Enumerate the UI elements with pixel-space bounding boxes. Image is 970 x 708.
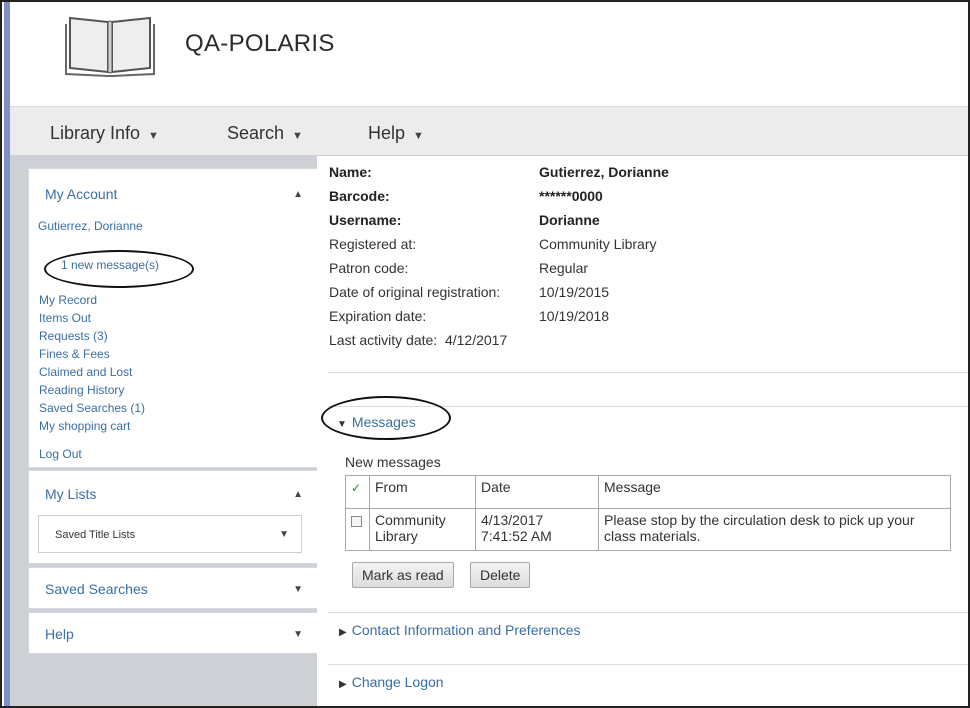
new-messages-label: New messages (345, 454, 441, 470)
nav-label: Search (227, 123, 285, 143)
contact-info-section-toggle[interactable]: ▶ Contact Information and Preferences (339, 622, 581, 638)
registration-date-label: Date of original registration: (329, 284, 501, 300)
nav-label: Library Info (50, 123, 141, 143)
message-date: 4/13/2017 7:41:52 AM (475, 508, 599, 551)
caret-up-icon[interactable]: ▲ (293, 489, 303, 500)
registered-at-label: Registered at: (329, 236, 417, 252)
messages-section-title: Messages (351, 414, 416, 430)
select-value: Saved Title Lists (55, 529, 136, 541)
my-account-panel: My Account ▲ Gutierrez, Dorianne 1 new m… (28, 168, 318, 468)
message-body: Please stop by the circulation desk to p… (598, 508, 951, 551)
name-value: Gutierrez, Dorianne (539, 164, 669, 180)
divider (328, 664, 968, 665)
messages-table: ✓ From Date Message Community Library 4/1… (345, 475, 951, 551)
sidebar-link-saved-searches[interactable]: Saved Searches (1) (39, 401, 145, 415)
triangle-down-icon: ▼ (337, 419, 347, 430)
column-header-message: Message (598, 475, 951, 509)
logout-link[interactable]: Log Out (39, 447, 82, 461)
triangle-right-icon: ▶ (339, 627, 347, 638)
my-account-header[interactable]: My Account (45, 186, 117, 202)
triangle-right-icon: ▶ (339, 679, 347, 690)
registration-date-value: 10/19/2015 (539, 284, 610, 300)
sidebar-link-claimed-lost[interactable]: Claimed and Lost (39, 365, 132, 379)
patron-code-label: Patron code: (329, 260, 409, 276)
sidebar-link-shopping-cart[interactable]: My shopping cart (39, 419, 130, 433)
nav-label: Help (368, 123, 406, 143)
nav-search[interactable]: Search ▼ (227, 123, 303, 144)
message-from-line2: Library (375, 528, 418, 544)
browser-frame: QA-POLARIS Library Info ▼ Search ▼ Help ▼ M… (0, 0, 970, 708)
sidebar-link-my-record[interactable]: My Record (39, 293, 97, 307)
registered-at-value: Community Library (539, 236, 657, 252)
my-lists-header[interactable]: My Lists (45, 486, 96, 502)
divider (328, 372, 968, 373)
caret-down-icon: ▼ (279, 529, 289, 540)
saved-searches-panel[interactable]: Saved Searches ▼ (28, 567, 318, 609)
my-lists-panel: My Lists ▲ Saved Title Lists ▼ (28, 470, 318, 564)
message-date-line1: 4/13/2017 (481, 512, 544, 528)
saved-searches-header[interactable]: Saved Searches (45, 581, 148, 597)
top-nav: Library Info ▼ Search ▼ Help ▼ (10, 106, 968, 156)
messages-section-toggle[interactable]: ▼ Messages (337, 414, 416, 430)
open-book-icon[interactable] (64, 12, 156, 78)
caret-down-icon[interactable]: ▼ (293, 584, 303, 595)
change-logon-section-toggle[interactable]: ▶ Change Logon (339, 674, 444, 690)
nav-help[interactable]: Help ▼ (368, 123, 424, 144)
name-label: Name: (329, 164, 372, 180)
help-panel[interactable]: Help ▼ (28, 612, 318, 654)
expiration-date-value: 10/19/2018 (539, 308, 610, 324)
barcode-value: ******0000 (539, 188, 603, 204)
expiration-date-label: Expiration date: (329, 308, 427, 324)
last-activity: Last activity date: 4/12/2017 (329, 332, 508, 348)
message-checkbox[interactable] (351, 516, 362, 527)
divider (328, 612, 968, 613)
message-date-line2: 7:41:52 AM (481, 528, 552, 544)
nav-library-info[interactable]: Library Info ▼ (50, 123, 159, 144)
column-header-from: From (369, 475, 476, 509)
select-all-checkbox[interactable]: ✓ (345, 475, 370, 509)
caret-down-icon[interactable]: ▼ (293, 629, 303, 640)
main-content: Name: Gutierrez, Dorianne Barcode: *****… (317, 156, 968, 706)
caret-down-icon: ▼ (413, 130, 424, 142)
column-header-date: Date (475, 475, 599, 509)
sidebar-link-reading-history[interactable]: Reading History (39, 383, 124, 397)
sidebar-link-requests[interactable]: Requests (3) (39, 329, 108, 343)
saved-title-lists-select[interactable]: Saved Title Lists ▼ (38, 515, 302, 553)
table-row: Community Library 4/13/2017 7:41:52 AM Ple… (345, 508, 951, 551)
sidebar-link-items-out[interactable]: Items Out (39, 311, 91, 325)
mark-as-read-button[interactable]: Mark as read (352, 562, 454, 588)
delete-button[interactable]: Delete (470, 562, 531, 588)
new-messages-link[interactable]: 1 new message(s) (61, 258, 159, 272)
help-header[interactable]: Help (45, 626, 74, 642)
username-value: Dorianne (539, 212, 600, 228)
patron-name-link[interactable]: Gutierrez, Dorianne (38, 219, 143, 233)
sidebar: My Account ▲ Gutierrez, Dorianne 1 new m… (10, 156, 318, 706)
caret-down-icon: ▼ (148, 130, 159, 142)
sidebar-link-fines-fees[interactable]: Fines & Fees (39, 347, 110, 361)
patron-code-value: Regular (539, 260, 589, 276)
barcode-label: Barcode: (329, 188, 390, 204)
message-from-line1: Community (375, 512, 446, 528)
caret-up-icon[interactable]: ▲ (293, 189, 303, 200)
table-header-row: ✓ From Date Message (345, 475, 951, 509)
change-logon-title: Change Logon (351, 674, 444, 690)
caret-down-icon: ▼ (292, 130, 303, 142)
checkmark-icon: ✓ (351, 481, 362, 495)
username-label: Username: (329, 212, 402, 228)
contact-info-title: Contact Information and Preferences (351, 622, 581, 638)
site-title: QA-POLARIS (185, 30, 335, 57)
message-from: Community Library (369, 508, 476, 551)
